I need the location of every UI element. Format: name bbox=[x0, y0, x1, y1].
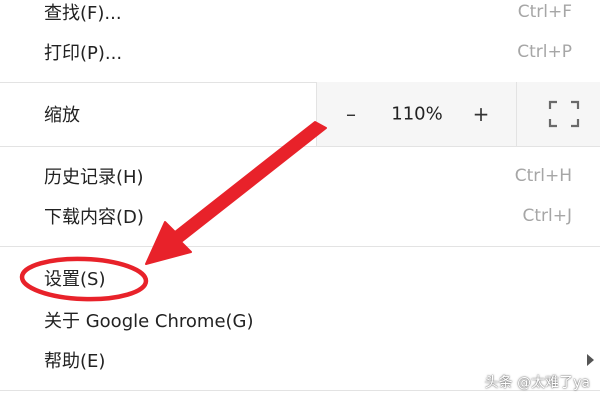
menu-item-label: 帮助(E) bbox=[44, 351, 106, 372]
menu-divider bbox=[0, 146, 600, 147]
zoom-out-button[interactable]: – bbox=[333, 96, 369, 132]
menu-item-label: 设置(S) bbox=[44, 269, 106, 290]
fullscreen-button[interactable] bbox=[516, 82, 600, 146]
menu-item-about[interactable]: 关于 Google Chrome(G) bbox=[0, 300, 600, 340]
menu-divider bbox=[0, 246, 600, 247]
menu-item-shortcut: Ctrl+F bbox=[517, 2, 572, 22]
menu-item-label: 查找(F)... bbox=[44, 3, 122, 24]
zoom-in-button[interactable]: + bbox=[463, 96, 499, 132]
menu-item-shortcut: Ctrl+J bbox=[522, 206, 572, 226]
watermark: 头条 @太难了ya bbox=[484, 375, 590, 391]
chevron-right-icon bbox=[587, 354, 594, 366]
menu-item-label: 打印(P)... bbox=[44, 43, 123, 64]
menu-item-label: 下载内容(D) bbox=[44, 207, 144, 228]
zoom-label: 缩放 bbox=[44, 105, 80, 126]
menu-item-label: 关于 Google Chrome(G) bbox=[44, 311, 254, 332]
menu-item-history[interactable]: 历史记录(H) Ctrl+H bbox=[0, 156, 600, 196]
chrome-main-menu: 查找(F)... Ctrl+F 打印(P)... Ctrl+P 缩放 – 110… bbox=[0, 0, 600, 400]
menu-item-shortcut: Ctrl+H bbox=[514, 166, 572, 186]
menu-item-downloads[interactable]: 下载内容(D) Ctrl+J bbox=[0, 196, 600, 236]
menu-item-find[interactable]: 查找(F)... Ctrl+F bbox=[0, 0, 600, 32]
menu-item-shortcut: Ctrl+P bbox=[517, 42, 572, 62]
fullscreen-icon bbox=[548, 100, 580, 128]
menu-item-print[interactable]: 打印(P)... Ctrl+P bbox=[0, 32, 600, 72]
menu-item-settings[interactable]: 设置(S) bbox=[0, 258, 600, 298]
menu-zoom-row: 缩放 – 110% + bbox=[0, 82, 600, 146]
zoom-level: 110% bbox=[391, 103, 443, 125]
menu-item-label: 历史记录(H) bbox=[44, 167, 144, 188]
zoom-controls: – 110% + bbox=[316, 82, 517, 146]
